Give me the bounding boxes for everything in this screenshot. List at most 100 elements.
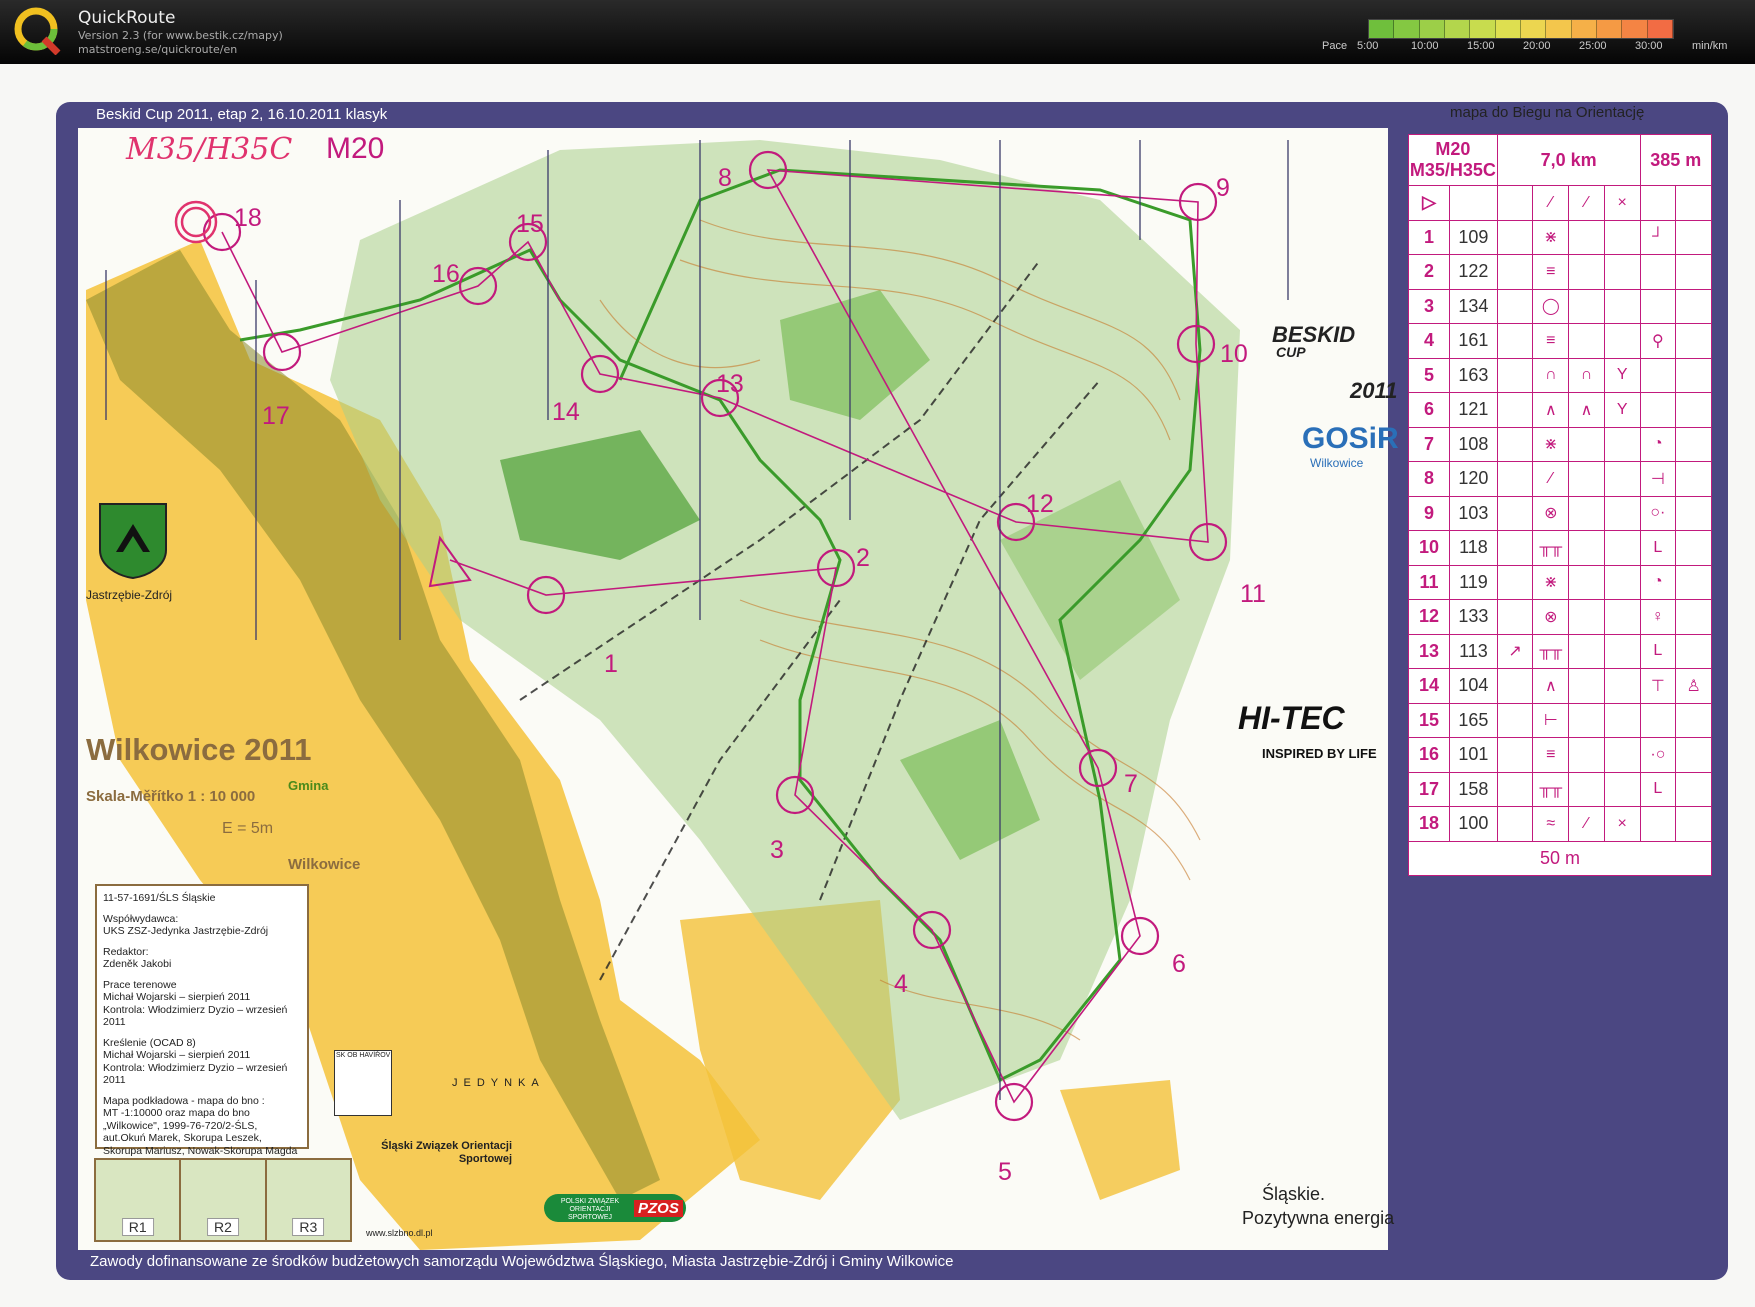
region-label: R2	[207, 1218, 239, 1236]
symbol-cell	[1496, 254, 1534, 290]
control-code-cell: 113	[1449, 633, 1498, 669]
symbol-cell: L	[1639, 530, 1677, 566]
symbol-cell: ∩	[1568, 357, 1605, 393]
symbol-cell	[1603, 771, 1641, 807]
start-col	[1639, 185, 1677, 221]
control-code-cell: 134	[1449, 288, 1498, 324]
symbol-cell	[1603, 668, 1641, 704]
control-number-cell: 15	[1407, 702, 1451, 738]
symbol-cell	[1603, 461, 1641, 497]
symbol-cell	[1675, 530, 1712, 566]
symbol-cell	[1568, 530, 1605, 566]
control-number-cell: 13	[1407, 633, 1451, 669]
info-line: 11-57-1691/ŚLS Śląskie	[103, 892, 216, 904]
map-scale: Skala-Měřítko 1 : 10 000	[86, 788, 256, 805]
control-code-cell: 100	[1449, 806, 1498, 842]
region-box: R2	[181, 1160, 267, 1240]
symbol-cell	[1496, 219, 1534, 255]
symbol-cell	[1496, 737, 1534, 773]
symbol-cell	[1496, 530, 1534, 566]
table-row: 8 120 ⁄ ⊣	[1407, 461, 1712, 497]
symbol-cell: ⁄	[1532, 461, 1570, 497]
start-col: ⁄	[1568, 185, 1605, 221]
info-line: UKS ZSZ-Jedynka Jastrzębie-Zdrój	[103, 925, 269, 937]
start-col: ×	[1603, 185, 1641, 221]
symbol-cell	[1675, 254, 1712, 290]
length-cell: 7,0 km	[1496, 134, 1641, 186]
control-number: 14	[552, 398, 580, 426]
table-row: 14 104 ∧ ⊤ ♙	[1407, 668, 1712, 704]
info-line: Michał Wojarski – sierpień 2011	[103, 1049, 251, 1061]
symbol-cell	[1675, 702, 1712, 738]
control-number: 4	[894, 970, 908, 998]
symbol-cell	[1603, 219, 1641, 255]
info-line: Kontrola: Włodzimierz Dyzio – wrzesień 2…	[103, 1003, 288, 1029]
symbol-cell: ⊢	[1532, 702, 1570, 738]
table-row: 12 133 ⊗ ♀	[1407, 599, 1712, 635]
control-number: 17	[262, 402, 290, 430]
symbol-cell	[1603, 633, 1641, 669]
table-row: 9 103 ⊗ ○·	[1407, 495, 1712, 531]
symbol-cell	[1675, 219, 1712, 255]
symbol-cell	[1675, 323, 1712, 359]
symbol-cell	[1568, 426, 1605, 462]
pzos-text: PZOS	[634, 1200, 683, 1217]
symbol-cell: ⋇	[1532, 564, 1570, 600]
symbol-cell: ↗	[1496, 633, 1534, 669]
symbol-cell: ∩	[1532, 357, 1570, 393]
symbol-cell	[1496, 806, 1534, 842]
control-number: 12	[1026, 490, 1054, 518]
symbol-cell	[1675, 564, 1712, 600]
control-number-cell: 3	[1407, 288, 1451, 324]
symbol-cell	[1496, 495, 1534, 531]
control-number: 7	[1124, 770, 1138, 798]
symbol-cell	[1639, 702, 1677, 738]
table-row: 3 134 ◯	[1407, 288, 1712, 324]
jedynka-logo: JEDYNKA	[452, 1077, 545, 1089]
symbol-cell: ∧	[1532, 668, 1570, 704]
symbol-cell	[1675, 426, 1712, 462]
symbol-cell	[1603, 737, 1641, 773]
control-code-cell: 133	[1449, 599, 1498, 635]
control-number: 8	[718, 164, 732, 192]
class-cell: M20 M35/H35C	[1408, 134, 1498, 186]
table-row: 10 118 ╥╥ L	[1407, 530, 1712, 566]
symbol-cell: Y	[1603, 392, 1641, 428]
symbol-cell: ◔	[1639, 564, 1677, 600]
control-number: 11	[1240, 580, 1266, 608]
symbol-cell	[1603, 254, 1641, 290]
coat-of-arms-icon	[99, 503, 167, 580]
control-code-cell: 103	[1449, 495, 1498, 531]
symbol-cell	[1568, 254, 1605, 290]
info-line: Skorupa Mariusz, Nowak-Skorupa Magda	[103, 1144, 298, 1157]
control-code-cell: 109	[1449, 219, 1498, 255]
control-description-table: M20 M35/H35C 7,0 km 385 m ▷ ⁄ ⁄ × 1 109 ⋇ ┘ 2…	[1407, 134, 1713, 876]
symbol-cell: ⋇	[1532, 219, 1570, 255]
symbol-cell	[1675, 392, 1712, 428]
symbol-cell	[1675, 806, 1712, 842]
symbol-cell: L	[1639, 633, 1677, 669]
control-number-cell: 14	[1407, 668, 1451, 704]
control-number: 13	[716, 370, 744, 398]
table-row: 13 113 ↗ ╥╥ L	[1407, 633, 1712, 669]
info-line: MT -1:10000 oraz mapa do bno	[103, 1107, 250, 1119]
symbol-cell	[1568, 461, 1605, 497]
map-title: Beskid Cup 2011, etap 2, 16.10.2011 klas…	[96, 106, 388, 123]
control-code-cell: 120	[1449, 461, 1498, 497]
symbol-cell	[1496, 599, 1534, 635]
skob-label: SK OB HAVÍŘOV	[336, 1052, 391, 1059]
map-footer: Zawody dofinansowane ze środków budżetow…	[90, 1253, 954, 1270]
symbol-cell	[1675, 771, 1712, 807]
symbol-cell	[1496, 392, 1534, 428]
symbol-cell	[1639, 392, 1677, 428]
slaskie-logo: Śląskie.	[1262, 1184, 1326, 1204]
control-code-cell: 101	[1449, 737, 1498, 773]
control-number: 18	[234, 204, 262, 232]
finish-cell: 50 m	[1408, 840, 1712, 876]
region-box: R3	[267, 1160, 350, 1240]
control-number-cell: 7	[1407, 426, 1451, 462]
skob-logo	[334, 1050, 392, 1116]
symbol-cell: ≡	[1532, 323, 1570, 359]
control-number: 10	[1220, 340, 1248, 368]
table-row: 11 119 ⋇ ◔	[1407, 564, 1712, 600]
